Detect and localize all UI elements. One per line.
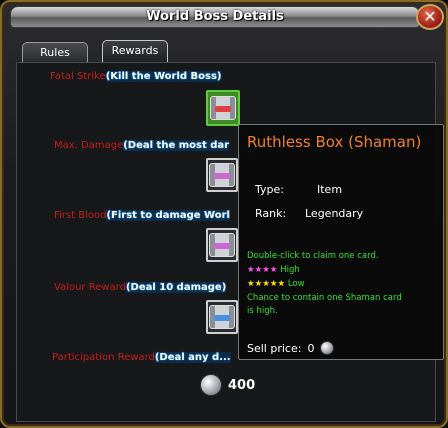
sell-price-value: 0: [307, 341, 315, 355]
total-reward-value: 400: [228, 377, 256, 393]
reward-requirement-valour: Valour Reward(Deal 10 damage): [54, 282, 227, 293]
reward-requirement-participation: Participation Reward(Deal any d...: [52, 352, 231, 363]
window-title: World Boss Details: [146, 9, 284, 24]
reward-name: Fatal Strike: [50, 71, 106, 82]
reward-condition: (Deal the most dar: [123, 140, 230, 151]
reward-requirement-max-damage: Max. Damage(Deal the most dar: [54, 140, 230, 151]
world-boss-window: World Boss Details ✕ Rules Rewards Fatal…: [0, 0, 448, 428]
high-stars: ★★★★: [247, 265, 278, 275]
reward-condition: (Deal 10 damage): [125, 282, 227, 293]
reward-name: Max. Damage: [54, 140, 124, 151]
low-stars: ★★★★★: [247, 279, 286, 289]
low-label: Low: [287, 279, 305, 289]
low-chance-row: ★★★★★ Low: [247, 279, 305, 289]
reward-slot-first-blood[interactable]: [206, 228, 238, 262]
tab-rewards[interactable]: Rewards: [102, 40, 168, 64]
reward-slot-valour[interactable]: [206, 300, 238, 334]
ruthless-box-icon: [210, 96, 236, 120]
chest-icon: [209, 163, 235, 187]
title-bar[interactable]: World Boss Details: [10, 6, 420, 28]
silver-coin-icon: [200, 374, 222, 396]
reward-slot-fatal-strike[interactable]: [206, 90, 240, 126]
sell-price-label: Sell price:: [247, 341, 302, 355]
total-reward: 400: [200, 374, 255, 396]
reward-name: Participation Reward: [52, 352, 155, 363]
type-label: Type:: [255, 183, 284, 196]
tab-rules[interactable]: Rules: [22, 42, 88, 64]
tooltip-desc-chance: Chance to contain one Shaman card: [247, 293, 402, 303]
chest-icon: [209, 305, 235, 329]
reward-condition: (Kill the World Boss): [105, 71, 222, 82]
tooltip-desc-high: is high.: [247, 306, 278, 316]
sell-price-row: Sell price: 0: [247, 341, 335, 355]
reward-requirement-fatal-strike: Fatal Strike(Kill the World Boss): [50, 71, 222, 82]
tooltip-desc-claim: Double-click to claim one card.: [247, 251, 379, 261]
tooltip-title: Ruthless Box (Shaman): [247, 133, 422, 151]
item-tooltip: Ruthless Box (Shaman) Type: Item Rank: L…: [238, 124, 444, 360]
reward-condition: (Deal any d...: [154, 352, 231, 363]
type-value: Item: [317, 183, 343, 196]
reward-name: Valour Reward: [54, 282, 126, 293]
reward-requirement-first-blood: First Blood(First to damage Worl: [54, 210, 230, 221]
high-label: High: [280, 265, 300, 275]
reward-name: First Blood: [54, 210, 107, 221]
rank-label: Rank:: [255, 207, 287, 220]
chest-icon: [209, 233, 235, 257]
high-chance-row: ★★★★ High: [247, 265, 300, 275]
reward-slot-max-damage[interactable]: [206, 158, 238, 192]
reward-condition: (First to damage Worl: [106, 210, 230, 221]
rank-value: Legendary: [305, 207, 364, 220]
silver-coin-icon: [320, 341, 335, 355]
close-button[interactable]: ✕: [416, 4, 444, 30]
